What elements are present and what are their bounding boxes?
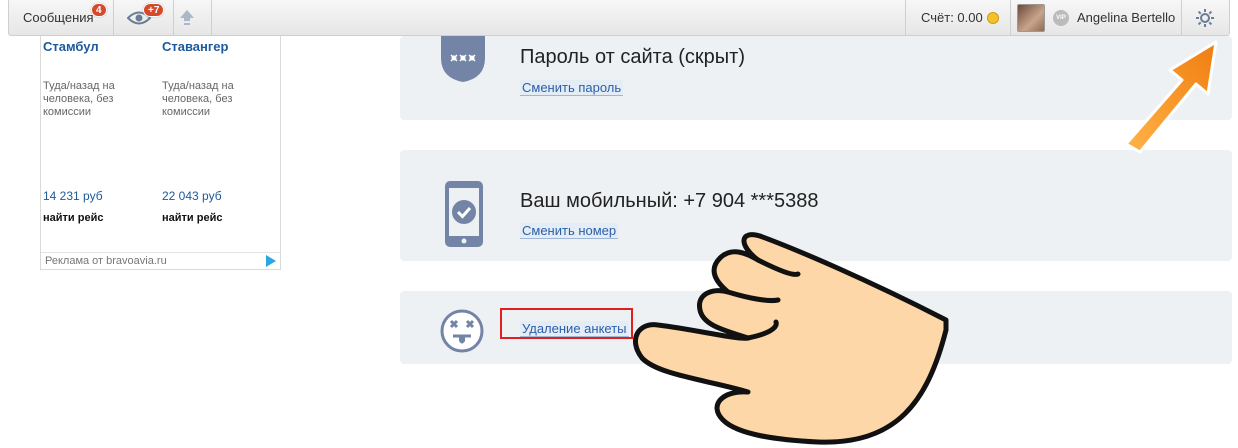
phone-check-icon — [445, 181, 483, 247]
change-number-link[interactable]: Сменить номер — [520, 223, 619, 239]
change-password-link[interactable]: Сменить пароль — [520, 80, 624, 96]
mobile-title: Ваш мобильный: +7 904 ***5388 — [520, 190, 819, 212]
password-card: Пароль от сайта (скрыт) Сменить пароль — [400, 36, 1232, 120]
views-badge: +7 — [143, 3, 165, 17]
up-button[interactable] — [179, 0, 195, 35]
balance-label: Счёт: 0.00 — [921, 10, 983, 25]
coin-icon — [986, 11, 999, 24]
ad-footer: Реклама от bravoavia.ru — [41, 252, 280, 269]
messages-label: Сообщения — [23, 10, 94, 25]
vip-icon: VIP — [1053, 9, 1069, 26]
dead-face-icon — [440, 309, 484, 353]
arrow-up-icon — [180, 9, 194, 25]
top-bar: Сообщения 4 +7 Счёт: 0.00 VIP Angelina B… — [8, 0, 1230, 36]
highlight-box — [500, 308, 633, 339]
password-title: Пароль от сайта (скрыт) — [520, 46, 745, 68]
user-name[interactable]: Angelina Bertello — [1077, 10, 1175, 25]
ad-city[interactable]: Ставангер — [162, 39, 228, 54]
flight-ad[interactable]: Стамбул Туда/назад на человека, без коми… — [40, 36, 281, 270]
pointer-arrow-icon — [1124, 40, 1218, 154]
gear-icon — [1196, 8, 1214, 27]
ad-price[interactable]: 22 043 руб — [162, 189, 222, 203]
adchoices-icon[interactable] — [266, 255, 276, 267]
messages-button[interactable]: Сообщения — [23, 0, 94, 35]
user-profile[interactable]: VIP Angelina Bertello — [1017, 0, 1175, 35]
pointing-hand-icon — [633, 232, 949, 445]
password-shield-icon — [441, 36, 485, 82]
ad-find-flight[interactable]: найти рейс — [43, 212, 103, 224]
ad-city[interactable]: Стамбул — [43, 39, 99, 54]
settings-button[interactable] — [1195, 0, 1215, 35]
ad-description: Туда/назад на человека, без комиссии — [43, 80, 115, 118]
ad-price[interactable]: 14 231 руб — [43, 189, 103, 203]
ad-attribution[interactable]: Реклама от bravoavia.ru — [45, 255, 167, 267]
messages-badge: 4 — [91, 3, 107, 17]
avatar[interactable] — [1017, 3, 1045, 32]
ad-find-flight[interactable]: найти рейс — [162, 212, 222, 224]
balance[interactable]: Счёт: 0.00 — [921, 0, 999, 35]
ad-description: Туда/назад на человека, без комиссии — [162, 80, 234, 118]
